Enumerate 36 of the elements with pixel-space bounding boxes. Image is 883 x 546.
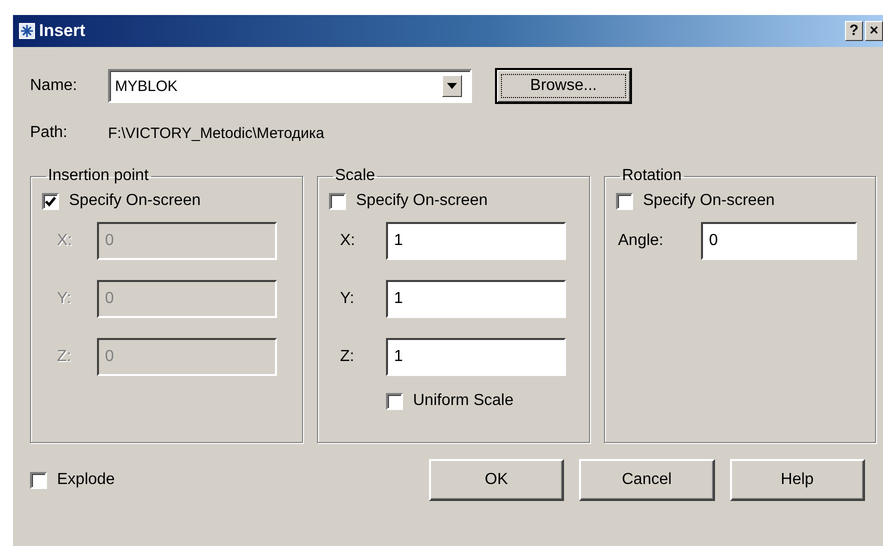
- app-icon: [19, 23, 35, 39]
- checkbox-label: Specify On-screen: [356, 192, 488, 210]
- input-field[interactable]: 0: [701, 222, 857, 260]
- checkbox-label: Uniform Scale: [413, 392, 514, 410]
- checkbox[interactable]: [30, 472, 47, 488]
- checkbox[interactable]: [329, 192, 346, 210]
- cancel-button[interactable]: Cancel: [579, 459, 715, 501]
- checkbox[interactable]: [386, 392, 403, 410]
- group-title: Scale: [334, 167, 376, 185]
- close-button[interactable]: ×: [865, 21, 883, 41]
- browse-button[interactable]: Browse...: [495, 68, 632, 104]
- field-label: Y:: [340, 290, 356, 308]
- name-combobox[interactable]: MYBLOK: [108, 69, 472, 103]
- group-title: Insertion point: [47, 167, 150, 185]
- field-label: X:: [57, 232, 74, 250]
- group-title: Rotation: [621, 167, 683, 185]
- field-label: X:: [340, 232, 356, 250]
- field-label: Z:: [340, 348, 356, 366]
- input-field[interactable]: 1: [386, 222, 566, 260]
- path-value: F:\VICTORY_Metodic\Методика: [108, 124, 324, 142]
- checkbox-label: Explode: [57, 471, 115, 489]
- checkbox[interactable]: [42, 192, 59, 210]
- field-label: Z:: [57, 348, 72, 366]
- input-field[interactable]: 1: [386, 280, 566, 318]
- help-button[interactable]: Help: [730, 459, 865, 501]
- help-button[interactable]: ?: [845, 21, 863, 41]
- name-label: Name:: [30, 77, 78, 95]
- input-field[interactable]: 1: [386, 338, 566, 376]
- window-title: Insert: [39, 21, 86, 41]
- checkbox-label: Specify On-screen: [643, 192, 775, 210]
- checkbox[interactable]: [616, 192, 633, 210]
- path-label: Path:: [30, 124, 68, 142]
- field-label: Angle:: [618, 232, 664, 250]
- checkbox-label: Specify On-screen: [69, 192, 201, 210]
- ok-button[interactable]: OK: [428, 459, 564, 501]
- field-label: Y:: [57, 290, 72, 308]
